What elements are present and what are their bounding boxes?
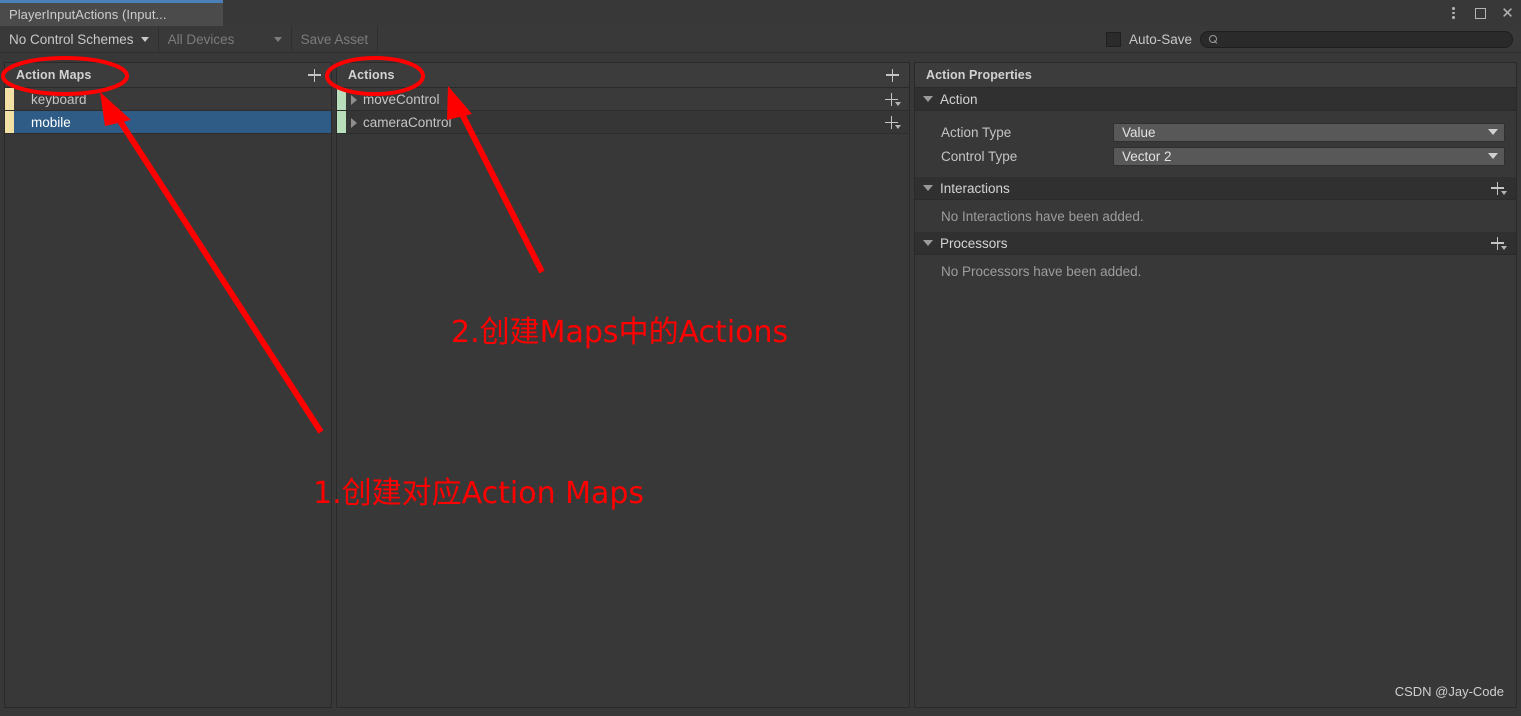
- control-type-dropdown[interactable]: Vector 2: [1113, 146, 1505, 166]
- action-type-value: Value: [1122, 124, 1156, 140]
- input-actions-editor-window: PlayerInputActions (Input... ✕ No Contro…: [0, 0, 1521, 716]
- field-control-type: Control Type Vector 2: [915, 144, 1516, 168]
- chevron-right-icon[interactable]: [351, 95, 357, 105]
- action-properties-header: Action Properties: [915, 63, 1516, 88]
- action-map-color-strip: [5, 88, 14, 110]
- action-maps-title: Action Maps: [16, 68, 92, 82]
- add-processor-button[interactable]: [1489, 235, 1509, 252]
- add-action-button[interactable]: [884, 67, 901, 84]
- actions-panel: Actions moveControl cameraControl: [336, 62, 910, 708]
- action-map-color-strip: [5, 111, 14, 133]
- tab-player-input-actions[interactable]: PlayerInputActions (Input...: [0, 0, 223, 26]
- save-asset-button[interactable]: Save Asset: [292, 25, 379, 53]
- watermark-text: CSDN @Jay-Code: [1394, 684, 1504, 699]
- field-action-type: Action Type Value: [915, 120, 1516, 144]
- control-type-value: Vector 2: [1122, 148, 1172, 164]
- action-maps-header: Action Maps: [5, 63, 331, 88]
- save-asset-label: Save Asset: [300, 31, 369, 47]
- action-properties-title: Action Properties: [926, 68, 1032, 82]
- add-interaction-button[interactable]: [1489, 180, 1509, 197]
- action-color-strip: [337, 111, 346, 133]
- action-label: moveControl: [363, 91, 440, 107]
- editor-toolbar: No Control Schemes All Devices Save Asse…: [0, 25, 1521, 53]
- action-properties-panel: Action Properties Action Action Type Val…: [914, 62, 1517, 708]
- control-schemes-label: No Control Schemes: [9, 31, 134, 47]
- devices-label: All Devices: [167, 31, 235, 47]
- window-titlebar: PlayerInputActions (Input... ✕: [0, 0, 1521, 26]
- maximize-icon[interactable]: [1467, 0, 1494, 26]
- action-maps-panel: Action Maps keyboard mobile: [4, 62, 332, 708]
- chevron-down-icon: [1488, 129, 1498, 135]
- search-icon: [1209, 34, 1218, 44]
- actions-list: moveControl cameraControl: [337, 88, 909, 707]
- chevron-down-icon: [923, 185, 933, 191]
- search-input[interactable]: [1218, 32, 1512, 46]
- action-map-row-mobile[interactable]: mobile: [5, 111, 331, 134]
- action-row-movecontrol[interactable]: moveControl: [337, 88, 909, 111]
- devices-dropdown[interactable]: All Devices: [159, 25, 292, 53]
- section-header-processors[interactable]: Processors: [915, 232, 1516, 255]
- window-controls: ✕: [1440, 0, 1521, 26]
- add-binding-button[interactable]: [883, 114, 903, 131]
- auto-save-group: Auto-Save: [1105, 31, 1200, 47]
- chevron-down-icon: [273, 36, 282, 42]
- chevron-down-icon: [923, 96, 933, 102]
- close-icon[interactable]: ✕: [1494, 0, 1521, 26]
- chevron-down-icon: [140, 36, 149, 42]
- kebab-menu-icon[interactable]: [1440, 0, 1467, 26]
- search-box[interactable]: [1200, 30, 1513, 48]
- auto-save-label: Auto-Save: [1128, 31, 1192, 47]
- field-label: Control Type: [941, 148, 1018, 164]
- interactions-empty-text: No Interactions have been added.: [941, 208, 1144, 224]
- tab-label: PlayerInputActions (Input...: [9, 7, 167, 22]
- editor-panels: Action Maps keyboard mobile Actions move…: [0, 54, 1521, 716]
- section-title: Interactions: [940, 180, 1010, 196]
- section-title: Action: [940, 91, 978, 107]
- field-label: Action Type: [941, 124, 1012, 140]
- action-map-label: mobile: [31, 114, 71, 130]
- action-color-strip: [337, 88, 346, 110]
- action-row-cameracontrol[interactable]: cameraControl: [337, 111, 909, 134]
- action-map-label: keyboard: [31, 91, 87, 107]
- section-header-interactions[interactable]: Interactions: [915, 177, 1516, 200]
- actions-title: Actions: [348, 68, 395, 82]
- chevron-down-icon: [1488, 153, 1498, 159]
- processors-empty-text: No Processors have been added.: [941, 263, 1142, 279]
- add-binding-button[interactable]: [883, 91, 903, 108]
- action-map-row-keyboard[interactable]: keyboard: [5, 88, 331, 111]
- add-action-map-button[interactable]: [306, 67, 323, 84]
- section-title: Processors: [940, 235, 1008, 251]
- control-schemes-dropdown[interactable]: No Control Schemes: [0, 25, 159, 53]
- section-header-action[interactable]: Action: [915, 88, 1516, 111]
- chevron-right-icon[interactable]: [351, 118, 357, 128]
- action-label: cameraControl: [363, 114, 452, 130]
- actions-header: Actions: [337, 63, 909, 88]
- action-properties-body: Action Action Type Value Control Type Ve…: [915, 88, 1516, 707]
- action-maps-list: keyboard mobile: [5, 88, 331, 707]
- action-type-dropdown[interactable]: Value: [1113, 122, 1505, 142]
- auto-save-checkbox[interactable]: [1105, 31, 1121, 47]
- chevron-down-icon: [923, 240, 933, 246]
